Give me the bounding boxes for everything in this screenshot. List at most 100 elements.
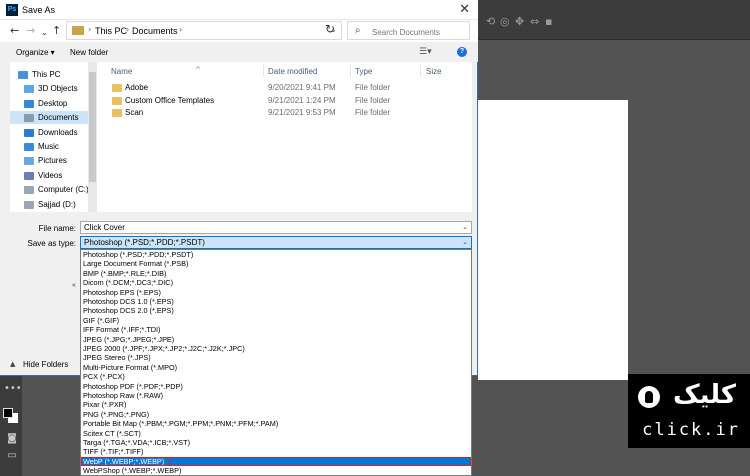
forward-arrow-icon[interactable]: → [26,24,35,38]
sidebar-item-label: Music [38,142,59,151]
file-name: Scan [125,108,144,117]
slide-icon[interactable]: ⇔ [530,15,539,28]
back-arrow-icon[interactable]: ← [10,24,19,38]
dropdown-option[interactable]: Photoshop EPS (*.EPS) [81,288,471,297]
dropdown-option[interactable]: Photoshop PDF (*.PDF;*.PDP) [81,382,471,391]
sidebar-item[interactable]: Pictures [10,154,88,167]
dropdown-option[interactable]: Portable Bit Map (*.PBM;*.PGM;*.PPM;*.PN… [81,419,471,428]
orbit-icon[interactable]: ◎ [500,15,510,28]
dropdown-option[interactable]: IFF Format (*.IFF;*.TDI) [81,325,471,334]
dropdown-option[interactable]: Pixar (*.PXR) [81,400,471,409]
dropdown-option[interactable]: Photoshop Raw (*.RAW) [81,391,471,400]
computer-icon [18,71,28,79]
sidebar-item[interactable]: Videos [10,169,88,182]
dropdown-option[interactable]: Multi-Picture Format (*.MPO) [81,363,471,372]
column-header-name-label: Name [111,67,133,76]
sidebar-item[interactable]: 3D Objects [10,82,88,95]
chevron-down-icon[interactable]: ⌄ [462,222,468,233]
search-box[interactable]: ⌕ [347,21,470,40]
navigation-pane: This PC 3D Objects Desktop Documents Downloa… [10,62,98,212]
new-folder-button[interactable]: New folder [70,48,108,57]
help-icon[interactable]: ? [457,47,467,57]
search-icon: ⌕ [355,25,361,36]
navigation-scrollbar[interactable] [88,62,97,212]
file-row[interactable]: Custom Office Templates 9/21/2021 1:24 PM… [98,95,472,107]
dropdown-option[interactable]: BMP (*.BMP;*.RLE;*.DIB) [81,269,471,278]
pan-icon[interactable]: ✥ [515,15,524,28]
folder-icon [112,96,122,105]
filename-field[interactable]: Click Cover ⌄ [80,221,472,234]
folder-icon [112,109,122,117]
column-divider[interactable] [263,65,264,77]
pictures-icon [24,157,34,166]
dropdown-option[interactable]: Scitex CT (*.SCT) [81,429,471,438]
sidebar-item[interactable]: Desktop [10,97,88,110]
screen-mode-icon[interactable]: ▭ [5,451,19,461]
sidebar-item[interactable]: This PC [10,68,88,81]
column-header-size[interactable]: Size [426,67,442,76]
document-canvas[interactable] [478,100,628,380]
file-list-scrollbar[interactable] [472,62,477,212]
quick-mask-icon[interactable]: ◙ [5,434,19,444]
more-tools-icon[interactable]: ••• [4,384,22,394]
organize-button[interactable]: Organize ▾ [16,48,55,57]
close-button[interactable]: ✕ [459,2,470,17]
chevron-right-icon[interactable]: › [126,25,129,34]
column-divider[interactable] [420,65,421,77]
dropdown-option[interactable]: Targa (*.TGA;*.VDA;*.ICB;*.VST) [81,438,471,447]
column-header-type[interactable]: Type [355,67,372,76]
savetype-select[interactable]: Photoshop (*.PSD;*.PDD;*.PSDT) ⌄ [80,236,472,249]
dropdown-option[interactable]: JPEG 2000 (*.JPF;*.JPX;*.JP2;*.J2C;*.J2K… [81,344,471,353]
breadcrumb-this-pc[interactable]: This PC [95,26,127,36]
sidebar-item-label: 3D Objects [38,84,78,94]
rotate-icon[interactable]: ⟲ [486,15,495,28]
sidebar-item[interactable]: Sajjad (D:) [10,198,88,211]
sidebar-item[interactable]: Music [10,140,88,153]
dropdown-option[interactable]: PCX (*.PCX) [81,372,471,381]
sidebar-item-label: Computer (C:) [38,185,89,195]
chevron-right-icon[interactable]: › [88,25,91,34]
camera-icon[interactable]: ▪ [545,15,552,28]
recent-locations-chevron-icon[interactable]: ⌄ [41,26,48,40]
sidebar-item[interactable]: Documents [10,111,88,125]
column-divider[interactable] [350,65,351,77]
foreground-color-swatch[interactable] [3,408,13,418]
search-input[interactable] [372,27,462,37]
folder-icon [112,84,122,92]
file-date: 9/21/2021 1:24 PM [268,95,336,105]
dropdown-option[interactable]: Photoshop DCS 1.0 (*.EPS) [81,297,471,306]
dropdown-option[interactable]: Photoshop DCS 2.0 (*.EPS) [81,306,471,315]
logo-brand-text: کلیک [673,380,736,410]
dropdown-option[interactable]: GIF (*.GIF) [81,316,471,325]
cube-icon [24,85,34,94]
dropdown-option[interactable]: JPEG (*.JPG;*.JPEG;*.JPE) [81,335,471,344]
address-bar[interactable]: › This PC › Documents › ⌄ [66,21,342,40]
dropdown-option[interactable]: Dicom (*.DCM;*.DC3;*.DIC) [81,278,471,287]
file-list: Name ^ Date modified Type Size Adobe 9/20/… [98,62,472,212]
sidebar-item[interactable]: Computer (C:) [10,183,89,196]
dropdown-option[interactable]: JPEG Stereo (*.JPS) [81,353,471,362]
column-header-name[interactable]: Name ^ [111,66,201,76]
sidebar-item[interactable]: Downloads [10,126,88,139]
dropdown-option[interactable]: TIFF (*.TIF;*.TIFF) [81,447,471,456]
chevron-right-icon[interactable]: › [179,25,182,34]
file-row[interactable]: Scan 9/21/2021 9:53 PM File folder [98,107,472,119]
column-header-date[interactable]: Date modified [268,67,317,76]
view-options-icon[interactable]: ☰▾ [419,47,432,57]
file-date: 9/20/2021 9:41 PM [268,83,336,92]
dialog-title: Save As [22,5,56,15]
dropdown-option[interactable]: PNG (*.PNG;*.PNG) [81,410,471,419]
file-type: File folder [355,83,391,92]
dropdown-option[interactable]: Large Document Format (*.PSB) [81,259,471,268]
breadcrumb-documents[interactable]: Documents [132,26,178,36]
file-date: 9/21/2021 9:53 PM [268,108,336,117]
folder-icon [72,26,84,35]
file-row[interactable]: Adobe 9/20/2021 9:41 PM File folder [98,82,472,94]
refresh-icon[interactable]: ↻ [325,22,335,36]
logo-url-text: click.ir [642,420,740,440]
dropdown-option[interactable]: WebPShop (*.WEBP;*.WEBP) [81,466,471,475]
dropdown-option[interactable]: Photoshop (*.PSD;*.PDD;*.PSDT) [81,250,471,259]
chevron-down-icon[interactable]: ⌄ [462,237,468,248]
scrollbar-thumb[interactable] [89,72,96,182]
up-arrow-icon[interactable]: ↑ [52,24,61,38]
